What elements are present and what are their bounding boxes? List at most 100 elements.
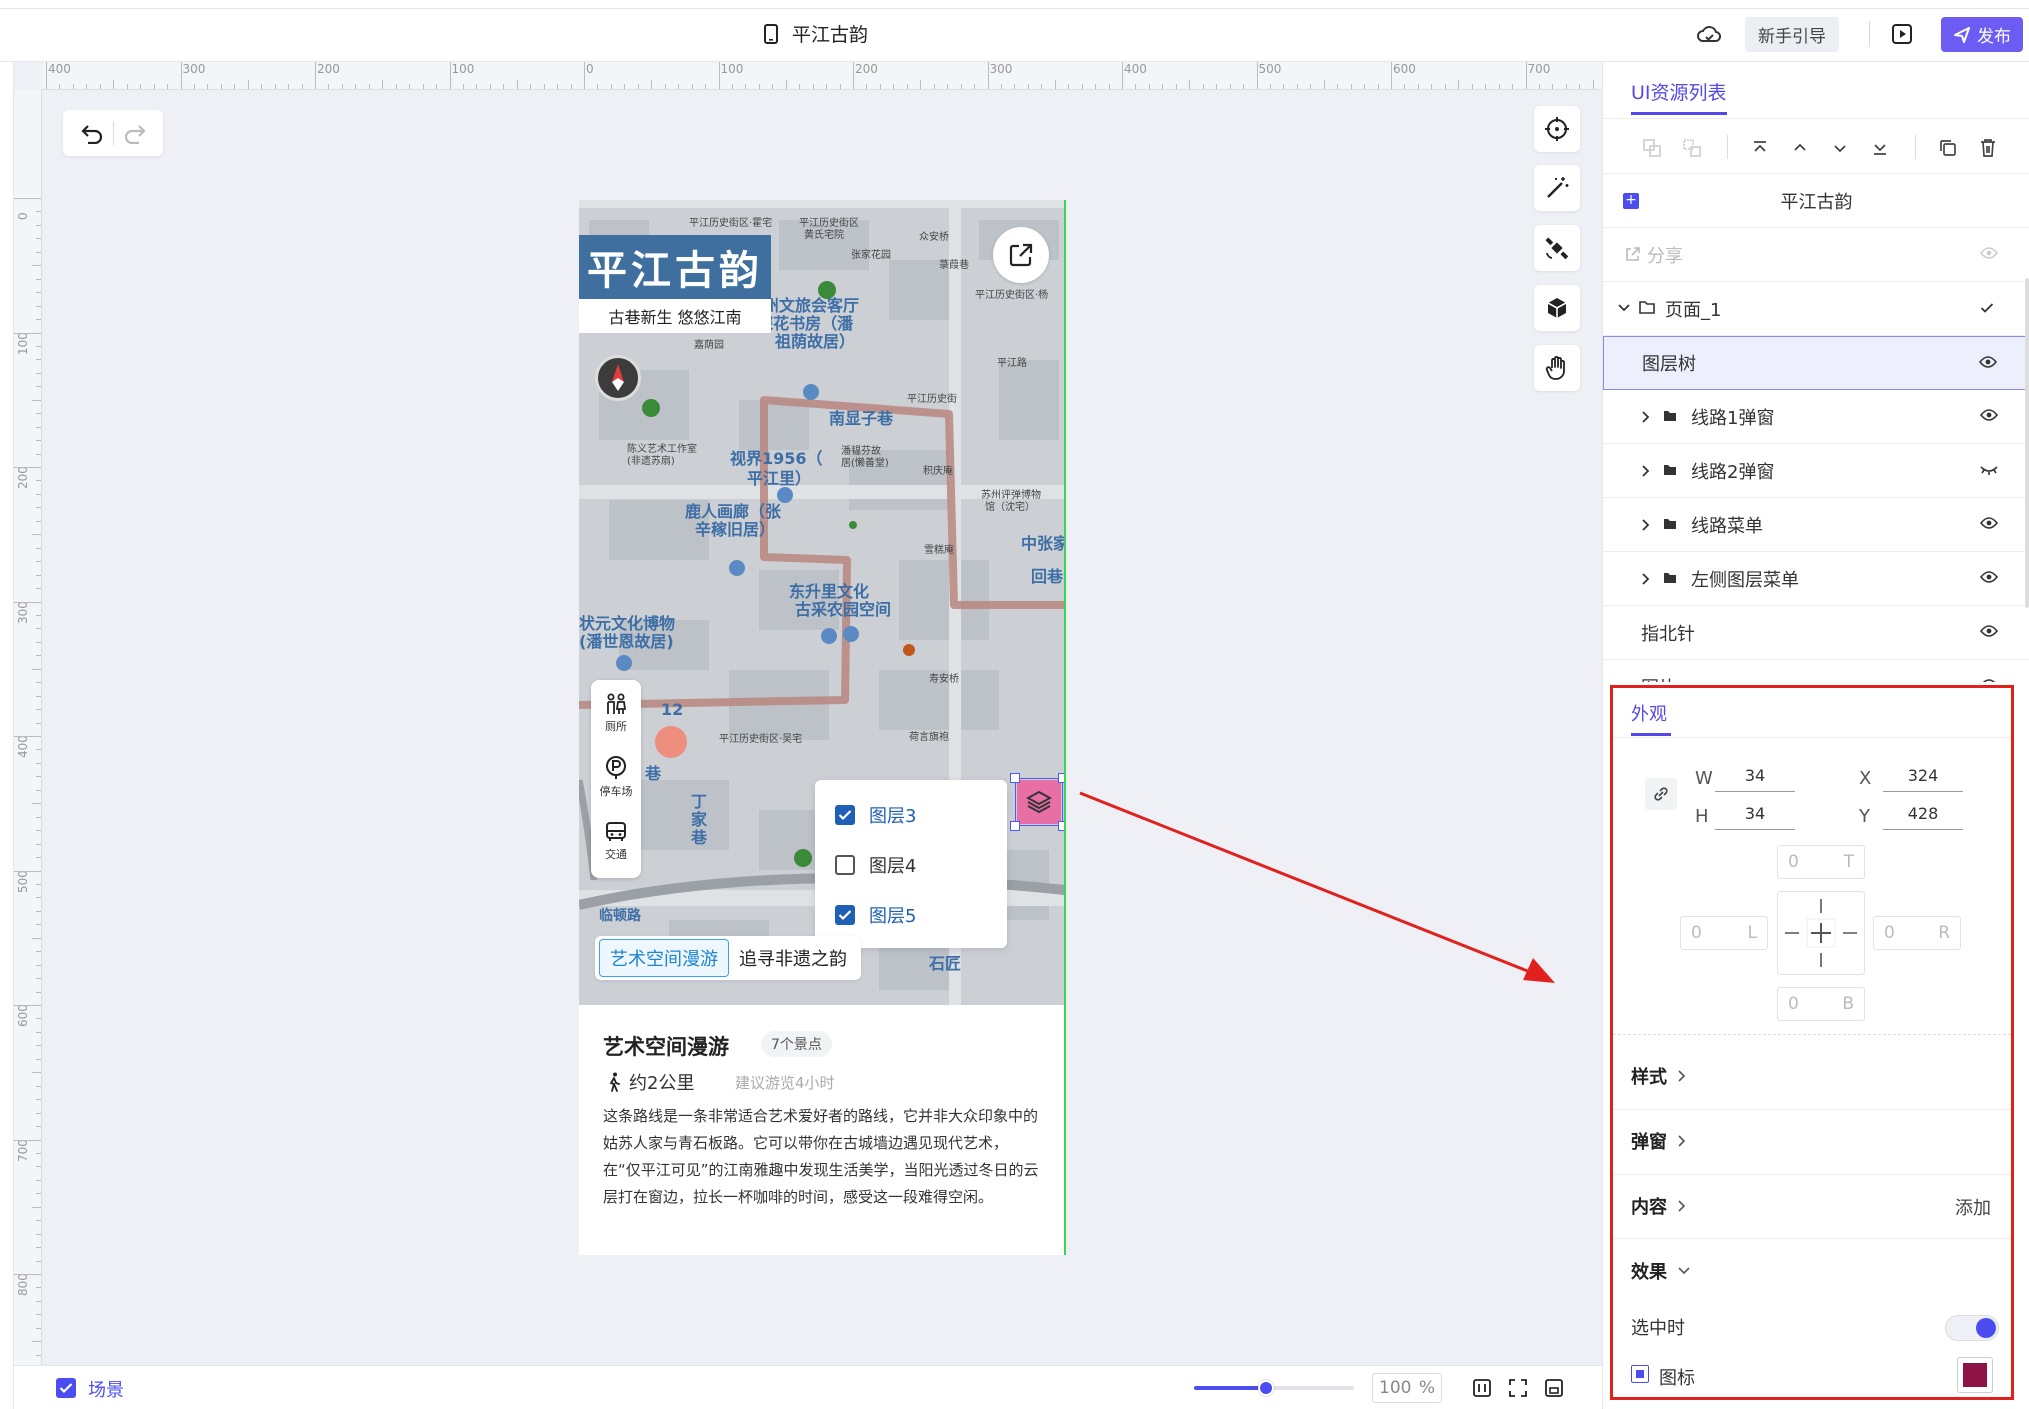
padding-top-input[interactable]: 0 T: [1777, 845, 1865, 879]
fit-width-icon[interactable]: [1472, 1378, 1492, 1398]
ruler-tick: [36, 709, 41, 711]
selected-state-toggle[interactable]: [1945, 1315, 1999, 1341]
visible-eye-icon[interactable]: [1980, 516, 1998, 530]
resize-handle[interactable]: [1010, 773, 1020, 783]
tree-row[interactable]: 指北针: [1603, 606, 2029, 660]
ruler-tick: [906, 84, 908, 89]
zoom-slider[interactable]: [1194, 1380, 1354, 1396]
compass-icon[interactable]: [595, 355, 641, 401]
selection-box[interactable]: [1010, 773, 1065, 831]
map-label: 辛稼旧居）: [695, 520, 776, 539]
tab-underline: [1631, 733, 1671, 736]
route-tab-art[interactable]: 艺术空间漫游: [599, 939, 729, 977]
cube-3d-icon[interactable]: [1534, 285, 1580, 331]
layer-3-checkbox[interactable]: [835, 805, 855, 825]
x-input[interactable]: 324: [1883, 762, 1963, 792]
ruler-tick: [637, 84, 639, 89]
satellite-icon[interactable]: [1534, 225, 1580, 271]
map-label: 居(懒善堂): [841, 458, 889, 469]
menu-item-transit[interactable]: 交通: [591, 810, 641, 872]
padding-right-input[interactable]: 0 R: [1873, 916, 1961, 950]
map-label: 古采农园空间: [795, 600, 892, 619]
height-input[interactable]: 34: [1715, 800, 1795, 830]
hidden-eye-icon[interactable]: [1980, 462, 1998, 476]
layer-4-checkbox[interactable]: [835, 855, 855, 875]
layer-5-checkbox[interactable]: [835, 905, 855, 925]
map-label: 积庆庵: [923, 466, 953, 477]
chevron-right-icon[interactable]: [1641, 518, 1651, 532]
style-section[interactable]: 样式: [1631, 1063, 1687, 1089]
ruler-tick: [651, 80, 653, 89]
menu-item-label: 停车场: [599, 784, 633, 798]
preview-play-icon[interactable]: [1888, 20, 1916, 48]
zoom-slider-knob[interactable]: [1258, 1380, 1274, 1396]
menu-item-toilet[interactable]: 厕所: [591, 682, 641, 744]
ruler-label: 400: [16, 735, 30, 758]
ruler-tick: [59, 84, 61, 89]
layer-row-4[interactable]: 图层4: [835, 852, 916, 878]
icon-color-swatch[interactable]: [1957, 1357, 1993, 1393]
scene-checkbox[interactable]: [56, 1378, 76, 1398]
visible-eye-icon[interactable]: [1979, 355, 1997, 369]
icon-checkbox[interactable]: [1631, 1365, 1649, 1383]
content-add-button[interactable]: 添加: [1955, 1194, 1991, 1220]
zoom-input[interactable]: 100 %: [1372, 1373, 1442, 1403]
padding-bottom-input[interactable]: 0 B: [1777, 987, 1865, 1021]
effect-section[interactable]: 效果: [1631, 1258, 1691, 1284]
tree-row[interactable]: 图层树: [1603, 336, 2029, 390]
ruler-tick: [422, 84, 424, 89]
hand-pan-icon[interactable]: [1534, 345, 1580, 391]
artboard-edge-guide: [1064, 200, 1066, 1255]
ruler-tick: [261, 84, 263, 89]
redo-icon[interactable]: [123, 122, 147, 144]
map-view[interactable]: 平江历史街区·霍宅 平江历史街区 黄氏宅院 众安桥 张家花园 菉葭巷 平江历史街区·杨 苏州文…: [579, 200, 1065, 1005]
magic-wand-icon[interactable]: [1534, 165, 1580, 211]
menu-item-parking[interactable]: 停车场: [591, 746, 641, 808]
folder-icon: [1664, 465, 1676, 475]
tree-row[interactable]: 线路菜单: [1603, 498, 2029, 552]
ruler-tick: [36, 305, 41, 307]
appearance-tab[interactable]: 外观: [1631, 700, 1667, 726]
guide-button[interactable]: 新手引导: [1745, 17, 1839, 52]
left-edge-strip: [0, 62, 14, 1409]
visible-eye-icon[interactable]: [1980, 570, 1998, 584]
popup-section[interactable]: 弹窗: [1631, 1128, 1687, 1154]
visible-eye-icon[interactable]: [1980, 678, 1998, 682]
layer-row-5[interactable]: 图层5: [835, 902, 916, 928]
ruler-tick: [36, 1152, 41, 1154]
ruler-tick: [153, 84, 155, 89]
publish-button[interactable]: 发布: [1941, 17, 2023, 52]
width-input[interactable]: 34: [1715, 762, 1795, 792]
undo-icon[interactable]: [80, 122, 104, 144]
ruler-tick: [745, 84, 747, 89]
chevron-right-icon: [1678, 1200, 1686, 1212]
cloud-sync-icon[interactable]: [1695, 22, 1723, 48]
ruler-tick: [36, 507, 41, 509]
device-frame-icon[interactable]: [1544, 1378, 1564, 1398]
locate-crosshair-icon[interactable]: [1534, 106, 1580, 152]
lock-ratio-icon[interactable]: [1645, 778, 1677, 810]
route-tab-heritage[interactable]: 追寻非遗之韵: [729, 939, 857, 977]
layer-row-3[interactable]: 图层3: [835, 802, 916, 828]
y-input[interactable]: 428: [1883, 800, 1963, 830]
fullscreen-icon[interactable]: [1508, 1378, 1528, 1398]
chevron-right-icon[interactable]: [1641, 464, 1651, 478]
share-external-icon[interactable]: [993, 227, 1049, 283]
content-section[interactable]: 内容: [1631, 1193, 1687, 1219]
tree-row[interactable]: 线路1弹窗: [1603, 390, 2029, 444]
chevron-right-icon[interactable]: [1641, 572, 1651, 586]
ruler-tick: [32, 803, 41, 805]
resize-handle[interactable]: [1010, 821, 1020, 831]
visible-eye-icon[interactable]: [1980, 408, 1998, 422]
ruler-tick: [36, 762, 41, 764]
alignment-anchor-icon[interactable]: [1777, 891, 1865, 975]
tree-row[interactable]: 左侧图层菜单: [1603, 552, 2029, 606]
tree-row[interactable]: 图片: [1603, 660, 2029, 682]
tree-row[interactable]: 线路2弹窗: [1603, 444, 2029, 498]
chevron-right-icon[interactable]: [1641, 410, 1651, 424]
padding-left-input[interactable]: 0 L: [1680, 916, 1768, 950]
visible-eye-icon[interactable]: [1980, 624, 1998, 638]
tree-scrollbar[interactable]: [2025, 278, 2029, 608]
ruler-tick: [1565, 84, 1567, 89]
ruler-tick: [46, 62, 47, 89]
